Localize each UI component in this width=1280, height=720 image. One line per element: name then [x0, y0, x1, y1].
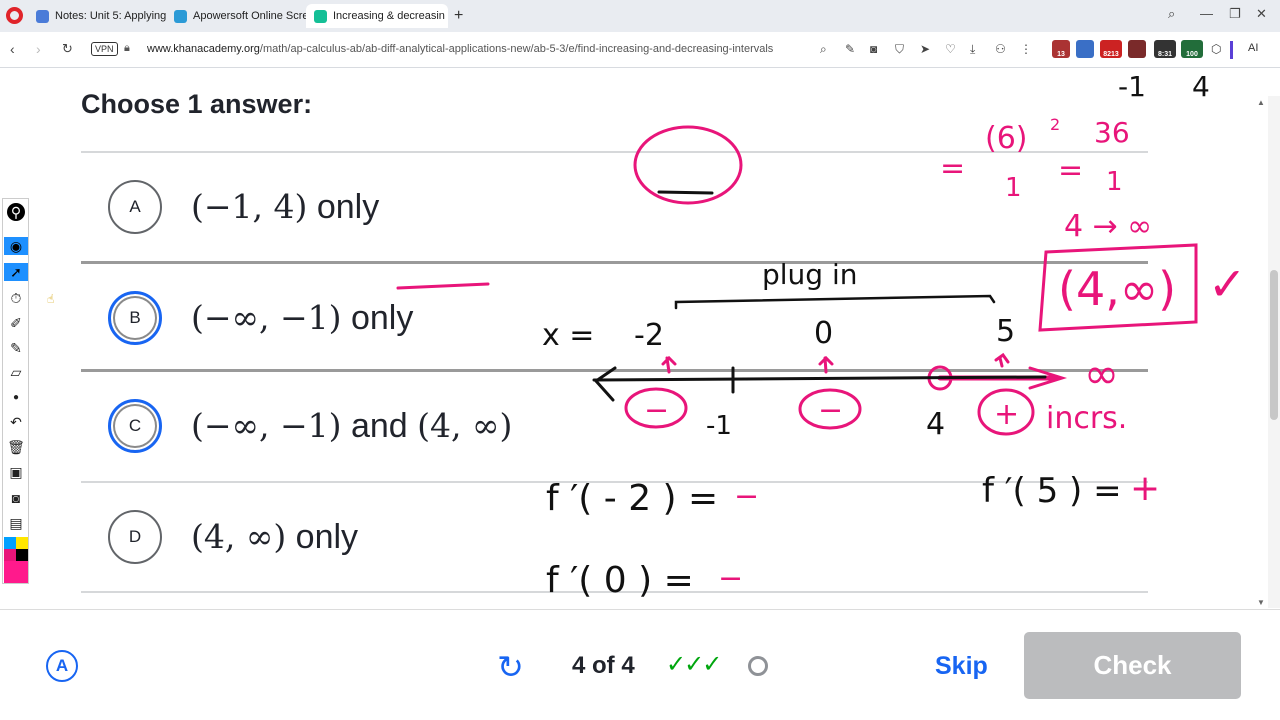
url-path: /math/ap-calculus-ab/ab-diff-analytical-…	[259, 43, 774, 55]
send-icon[interactable]: ➤	[920, 42, 930, 56]
choice-math: (−1, 4)	[191, 187, 308, 226]
browser-tab-bar: Notes: Unit 5: Applying de Apowersoft On…	[0, 0, 1280, 32]
choice-math: (−∞, −1)	[191, 298, 342, 337]
current-color-swatch[interactable]	[4, 561, 28, 583]
color-swatch-blue[interactable]	[4, 537, 16, 549]
choice-b[interactable]: B (−∞, −1) only	[81, 261, 1148, 371]
lock-icon[interactable]: 🔒︎	[124, 42, 130, 55]
eraser-icon[interactable]: ▱	[7, 363, 25, 381]
search-tabs-icon[interactable]: ⌕	[1168, 6, 1175, 22]
timer-icon[interactable]: ⏱	[7, 289, 25, 307]
document-icon	[36, 9, 49, 23]
start-over-icon[interactable]: ↻	[497, 648, 524, 686]
trash-icon[interactable]: 🗑︎	[7, 438, 25, 456]
progress-counter: 4 of 4	[572, 652, 635, 679]
color-swatch-magenta[interactable]	[4, 549, 16, 561]
choice-bubble[interactable]: A	[108, 180, 162, 234]
choice-suffix: only	[286, 518, 359, 556]
pin-icon[interactable]: ⚲	[7, 203, 25, 221]
question-prompt: Choose 1 answer:	[81, 89, 313, 119]
choice-bubble[interactable]: D	[108, 510, 162, 564]
zoom-icon[interactable]: ⌕	[820, 42, 827, 57]
ai-button[interactable]: AI	[1248, 42, 1258, 54]
url-field[interactable]: www.khanacademy.org/math/ap-calculus-ab/…	[147, 43, 773, 55]
choice-mid: and	[341, 407, 418, 445]
menu-dots-icon[interactable]: ⋮	[1020, 42, 1032, 56]
brush-size-icon[interactable]: ●	[7, 388, 25, 406]
accessibility-icon[interactable]: A	[46, 650, 78, 682]
choice-text: (−∞, −1) only	[191, 298, 413, 338]
pen-icon[interactable]: ✎	[7, 339, 25, 357]
heart-icon[interactable]: ♡	[945, 42, 956, 56]
annotation-toolbar: ⚲ ◉ ➚ ⏱ ✐ ✎ ▱ ● ↶ 🗑︎ ▣ ◙ ▤	[2, 198, 29, 584]
minimize-icon[interactable]: —	[1200, 6, 1213, 21]
choice-text: (−∞, −1) and (4, ∞)	[191, 406, 512, 446]
extension-icon[interactable]	[1128, 40, 1146, 58]
tab-title: Apowersoft Online Screen	[193, 10, 306, 22]
profile-icon[interactable]: ⚇	[995, 42, 1006, 56]
color-swatch-yellow[interactable]	[16, 537, 28, 549]
extension-icon[interactable]: 8:31	[1154, 40, 1176, 58]
highlighter-icon[interactable]: ✐	[7, 314, 25, 332]
close-window-icon[interactable]: ✕	[1256, 6, 1267, 22]
choice-math: (4, ∞)	[191, 517, 287, 556]
choice-text: (4, ∞) only	[191, 517, 358, 557]
download-icon[interactable]: ⤓	[970, 42, 975, 57]
scrollbar-thumb[interactable]	[1270, 270, 1278, 420]
shield-icon[interactable]: ⛉	[895, 42, 904, 57]
choice-bubble-selected[interactable]: B	[108, 291, 162, 345]
scroll-up-icon[interactable]: ▲	[1257, 98, 1265, 107]
exercise-footer: A ↻ 4 of 4 ✓✓✓ Skip Check	[0, 609, 1280, 720]
pointer-icon[interactable]: ➚	[4, 263, 28, 281]
choice-text: (−1, 4) only	[191, 187, 379, 227]
tab-title: Notes: Unit 5: Applying de	[55, 10, 166, 22]
choice-suffix: only	[341, 299, 414, 337]
choice-a[interactable]: A (−1, 4) only	[81, 151, 1148, 261]
reload-icon[interactable]: ↻	[62, 41, 73, 57]
board-icon[interactable]: ▣	[7, 463, 25, 481]
camera-icon[interactable]: ◙	[870, 42, 877, 56]
forward-icon[interactable]: ›	[36, 41, 41, 57]
choice-d[interactable]: D (4, ∞) only	[81, 481, 1148, 591]
screenshot-icon[interactable]: ◙	[7, 489, 25, 507]
color-swatch-black[interactable]	[16, 549, 28, 561]
extensions-puzzle-icon[interactable]: ⬡	[1211, 42, 1221, 56]
new-tab-button[interactable]: +	[454, 7, 463, 25]
edit-icon[interactable]: ✎	[845, 42, 855, 56]
undo-icon[interactable]: ↶	[7, 413, 25, 431]
eye-icon[interactable]: ◉	[4, 237, 28, 255]
khan-academy-icon	[314, 9, 327, 23]
clipboard-icon[interactable]: ▤	[7, 514, 25, 532]
restore-icon[interactable]: ❐	[1229, 6, 1241, 22]
choice-suffix: only	[307, 188, 380, 226]
choice-c[interactable]: C (−∞, −1) and (4, ∞)	[81, 369, 1148, 479]
hand-cursor-icon: ☝	[47, 292, 55, 306]
extension-icon[interactable]: 8213	[1100, 40, 1122, 58]
check-button[interactable]: Check	[1024, 632, 1241, 699]
choice-math: (−∞, −1)	[191, 406, 342, 445]
vpn-badge[interactable]: VPN	[91, 42, 118, 56]
address-bar: ‹ › ↻ VPN 🔒︎ www.khanacademy.org/math/ap…	[0, 32, 1280, 68]
choices-bottom-divider	[81, 591, 1148, 593]
extension-icon[interactable]: 100	[1181, 40, 1203, 58]
sidebar-divider	[1230, 41, 1233, 59]
extension-icon[interactable]	[1076, 40, 1094, 58]
tab-apowersoft[interactable]: Apowersoft Online Screen	[166, 4, 306, 28]
remaining-question-icon	[748, 656, 768, 676]
back-icon[interactable]: ‹	[10, 41, 15, 57]
extension-icon[interactable]: 13	[1052, 40, 1070, 58]
correct-checkmarks-icon: ✓✓✓	[666, 651, 722, 678]
screen-recorder-icon	[174, 9, 187, 23]
url-host: www.khanacademy.org	[147, 43, 260, 55]
scroll-down-icon[interactable]: ▼	[1257, 598, 1265, 607]
skip-button[interactable]: Skip	[935, 652, 988, 681]
opera-logo-icon[interactable]	[6, 7, 23, 24]
tab-notes[interactable]: Notes: Unit 5: Applying de	[28, 4, 166, 28]
choice-bubble[interactable]: C	[108, 399, 162, 453]
tab-increasing-decreasing[interactable]: Increasing & decreasin ×	[306, 4, 448, 28]
choice-math: (4, ∞)	[417, 406, 513, 445]
tab-title: Increasing & decreasin	[333, 10, 445, 22]
exercise-content: Choose 1 answer: A (−1, 4) only B (−∞, −…	[0, 69, 1268, 609]
